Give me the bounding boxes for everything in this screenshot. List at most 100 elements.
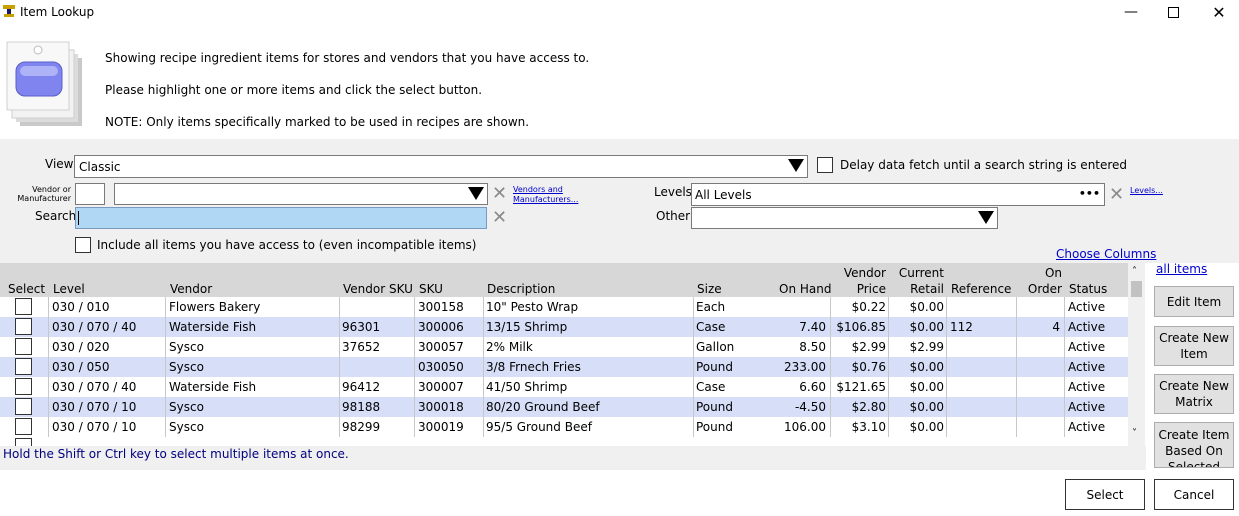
column-divider bbox=[414, 337, 415, 357]
column-divider bbox=[888, 357, 889, 377]
col-select[interactable]: Select bbox=[8, 282, 45, 296]
col-description[interactable]: Description bbox=[487, 282, 555, 296]
row-checkbox[interactable] bbox=[15, 378, 32, 395]
clear-levels-icon[interactable]: ✕ bbox=[1109, 186, 1124, 204]
col-level[interactable]: Level bbox=[53, 282, 85, 296]
col-on-hand[interactable]: On Hand bbox=[779, 282, 831, 296]
column-divider bbox=[946, 337, 947, 357]
col-on-order[interactable]: On Order bbox=[1020, 266, 1062, 296]
table-row[interactable]: 030 / 020 Sysco 37652 300057 2% Milk Gallon 8.… bbox=[0, 337, 1129, 357]
column-divider bbox=[414, 317, 415, 337]
column-divider bbox=[1064, 357, 1065, 377]
cell-sku: 300006 bbox=[418, 320, 464, 334]
table-row[interactable]: 030 / 070 / 10 Sysco 98299 300019 95/5 Groun… bbox=[0, 417, 1129, 437]
scroll-thumb[interactable] bbox=[1131, 281, 1142, 297]
cell-vendor-sku: 98299 bbox=[342, 420, 381, 434]
table-row[interactable]: 030 / 050 Sysco 030050 3/8 Frnech Fries Poun… bbox=[0, 357, 1129, 377]
col-vendor-sku[interactable]: Vendor SKU bbox=[343, 282, 413, 296]
vendor-dropdown[interactable] bbox=[114, 183, 488, 205]
view-dropdown[interactable]: Classic bbox=[74, 155, 808, 178]
column-divider bbox=[693, 337, 694, 357]
cancel-button[interactable]: Cancel bbox=[1154, 479, 1234, 510]
col-current-retail[interactable]: Current Retail bbox=[890, 266, 944, 296]
col-vendor[interactable]: Vendor bbox=[170, 282, 212, 296]
column-divider bbox=[339, 317, 340, 337]
col-size[interactable]: Size bbox=[697, 282, 722, 296]
edit-item-button[interactable]: Edit Item bbox=[1154, 286, 1234, 317]
column-divider bbox=[1064, 397, 1065, 417]
create-new-matrix-button[interactable]: Create New Matrix bbox=[1154, 374, 1234, 414]
row-checkbox[interactable] bbox=[15, 318, 32, 335]
create-new-item-button[interactable]: Create New Item bbox=[1154, 326, 1234, 366]
choose-columns-link[interactable]: Choose Columns bbox=[1056, 247, 1156, 261]
cell-status: Active bbox=[1068, 380, 1106, 394]
levels-field[interactable]: All Levels ••• bbox=[691, 183, 1105, 206]
col-status[interactable]: Status bbox=[1069, 282, 1107, 296]
table-row[interactable]: 030 / 070 / 40 Waterside Fish 96301 300006 1… bbox=[0, 317, 1129, 337]
cell-description: 80/20 Ground Beef bbox=[486, 400, 600, 414]
cell-vendor-price: $0.76 bbox=[851, 360, 886, 374]
table-row[interactable]: 030 / 070 / 10 Sysco 98188 300018 80/20 Grou… bbox=[0, 397, 1129, 417]
search-input[interactable] bbox=[75, 207, 487, 229]
column-divider bbox=[483, 377, 484, 397]
cell-current-retail: $0.00 bbox=[909, 300, 944, 314]
col-vendor-price[interactable]: Vendor Price bbox=[830, 266, 886, 296]
grid-scrollbar[interactable]: ˄ ˅ bbox=[1128, 263, 1145, 446]
cell-vendor: Sysco bbox=[169, 340, 204, 354]
row-checkbox[interactable] bbox=[15, 398, 32, 415]
row-checkbox[interactable] bbox=[15, 298, 32, 315]
row-checkbox[interactable] bbox=[15, 338, 32, 355]
chevron-down-icon bbox=[978, 211, 994, 224]
levels-link[interactable]: Levels... bbox=[1130, 186, 1163, 196]
column-divider bbox=[1064, 417, 1065, 437]
all-items-link[interactable]: all items bbox=[1156, 262, 1207, 276]
column-divider bbox=[946, 417, 947, 437]
cell-current-retail: $0.00 bbox=[909, 320, 944, 334]
row-checkbox[interactable] bbox=[15, 418, 32, 435]
cell-level: 030 / 070 / 10 bbox=[52, 420, 137, 434]
chevron-up-icon[interactable]: ˄ bbox=[1132, 266, 1137, 277]
ellipsis-icon[interactable]: ••• bbox=[1079, 187, 1100, 200]
cell-current-retail: $2.99 bbox=[909, 340, 944, 354]
cell-status: Active bbox=[1068, 340, 1106, 354]
row-checkbox[interactable] bbox=[15, 358, 32, 375]
cell-sku: 300019 bbox=[418, 420, 464, 434]
column-divider bbox=[1064, 377, 1065, 397]
cell-sku: 300158 bbox=[418, 300, 464, 314]
delay-fetch-checkbox[interactable] bbox=[817, 157, 833, 173]
cell-level: 030 / 050 bbox=[52, 360, 110, 374]
vendor-code-input[interactable] bbox=[75, 183, 105, 205]
column-divider bbox=[165, 357, 166, 377]
column-divider bbox=[888, 417, 889, 437]
column-divider bbox=[165, 337, 166, 357]
create-based-on-selected-button[interactable]: Create Item Based On Selected bbox=[1154, 422, 1234, 468]
clear-vendor-icon[interactable]: ✕ bbox=[492, 185, 507, 203]
cell-size: Pound bbox=[696, 420, 733, 434]
column-divider bbox=[483, 297, 484, 317]
close-icon[interactable]: ✕ bbox=[1196, 0, 1239, 24]
clear-search-icon[interactable]: ✕ bbox=[492, 209, 507, 227]
chevron-down-icon[interactable]: ˅ bbox=[1132, 428, 1137, 439]
vendors-link[interactable]: Vendors and Manufacturers... bbox=[513, 185, 578, 205]
column-divider bbox=[946, 317, 947, 337]
cell-vendor-sku: 98188 bbox=[342, 400, 381, 414]
row-checkbox[interactable] bbox=[15, 438, 32, 446]
view-value: Classic bbox=[79, 160, 121, 174]
cell-on-order bbox=[1018, 337, 1060, 357]
include-all-checkbox[interactable] bbox=[75, 237, 91, 253]
table-row-partial[interactable] bbox=[0, 437, 1128, 446]
cell-reference: 112 bbox=[950, 320, 973, 334]
cell-vendor-price: $3.10 bbox=[851, 420, 886, 434]
table-row[interactable]: 030 / 010 Flowers Bakery 300158 10" Pesto W… bbox=[0, 297, 1129, 317]
cell-current-retail: $0.00 bbox=[909, 420, 944, 434]
other-dropdown[interactable] bbox=[691, 207, 998, 229]
maximize-icon[interactable] bbox=[1150, 0, 1196, 24]
column-divider bbox=[483, 317, 484, 337]
select-button[interactable]: Select bbox=[1065, 479, 1145, 510]
col-sku[interactable]: SKU bbox=[419, 282, 443, 296]
minimize-icon[interactable]: — bbox=[1108, 0, 1154, 24]
cell-description: 3/8 Frnech Fries bbox=[486, 360, 581, 374]
table-row[interactable]: 030 / 070 / 40 Waterside Fish 96412 300007 4… bbox=[0, 377, 1129, 397]
cell-level: 030 / 010 bbox=[52, 300, 110, 314]
col-reference[interactable]: Reference bbox=[951, 282, 1011, 296]
